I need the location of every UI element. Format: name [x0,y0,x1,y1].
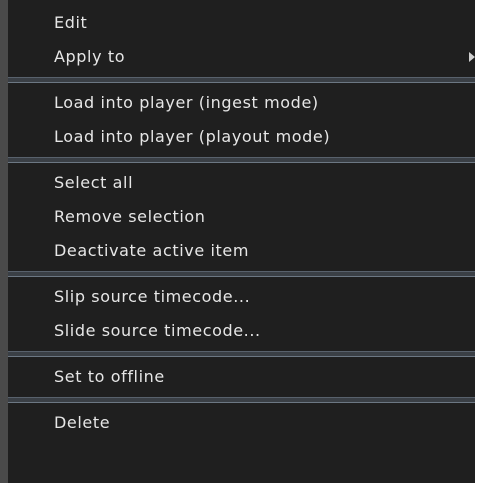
menu-item-label: Load into player (playout mode) [54,127,331,146]
menu-item-load-playout[interactable]: Load into player (playout mode) [8,120,475,154]
menu-item-deactivate-active[interactable]: Deactivate active item [8,234,475,268]
submenu-arrow-icon [469,52,475,62]
menu-item-edit[interactable]: Edit [8,6,475,40]
menu-item-set-offline[interactable]: Set to offline [8,360,475,394]
menu-separator [8,397,475,403]
menu-separator [8,271,475,277]
menu-item-label: Load into player (ingest mode) [54,93,319,112]
menu-item-label: Remove selection [54,207,206,226]
menu-group-offline: Set to offline [8,360,475,394]
menu-item-load-ingest[interactable]: Load into player (ingest mode) [8,86,475,120]
menu-item-slide-timecode[interactable]: Slide source timecode... [8,314,475,348]
menu-item-label: Set to offline [54,367,165,386]
menu-item-label: Delete [54,413,111,432]
menu-item-label: Edit [54,13,88,32]
menu-item-label: Deactivate active item [54,241,250,260]
menu-separator [8,157,475,163]
menu-item-label: Slide source timecode... [54,321,261,340]
menu-group-edit: Edit Apply to [8,0,475,74]
menu-item-slip-timecode[interactable]: Slip source timecode... [8,280,475,314]
menu-group-delete: Delete [8,406,475,440]
menu-group-player: Load into player (ingest mode) Load into… [8,86,475,154]
menu-item-remove-selection[interactable]: Remove selection [8,200,475,234]
menu-item-label: Select all [54,173,134,192]
menu-item-select-all[interactable]: Select all [8,166,475,200]
menu-group-selection: Select all Remove selection Deactivate a… [8,166,475,268]
menu-group-timecode: Slip source timecode... Slide source tim… [8,280,475,348]
menu-item-label: Apply to [54,47,126,66]
menu-item-apply-to[interactable]: Apply to [8,40,475,74]
menu-item-label: Slip source timecode... [54,287,251,306]
menu-separator [8,77,475,83]
menu-item-delete[interactable]: Delete [8,406,475,440]
menu-separator [8,351,475,357]
context-menu: Edit Apply to Load into player (ingest m… [0,0,475,483]
